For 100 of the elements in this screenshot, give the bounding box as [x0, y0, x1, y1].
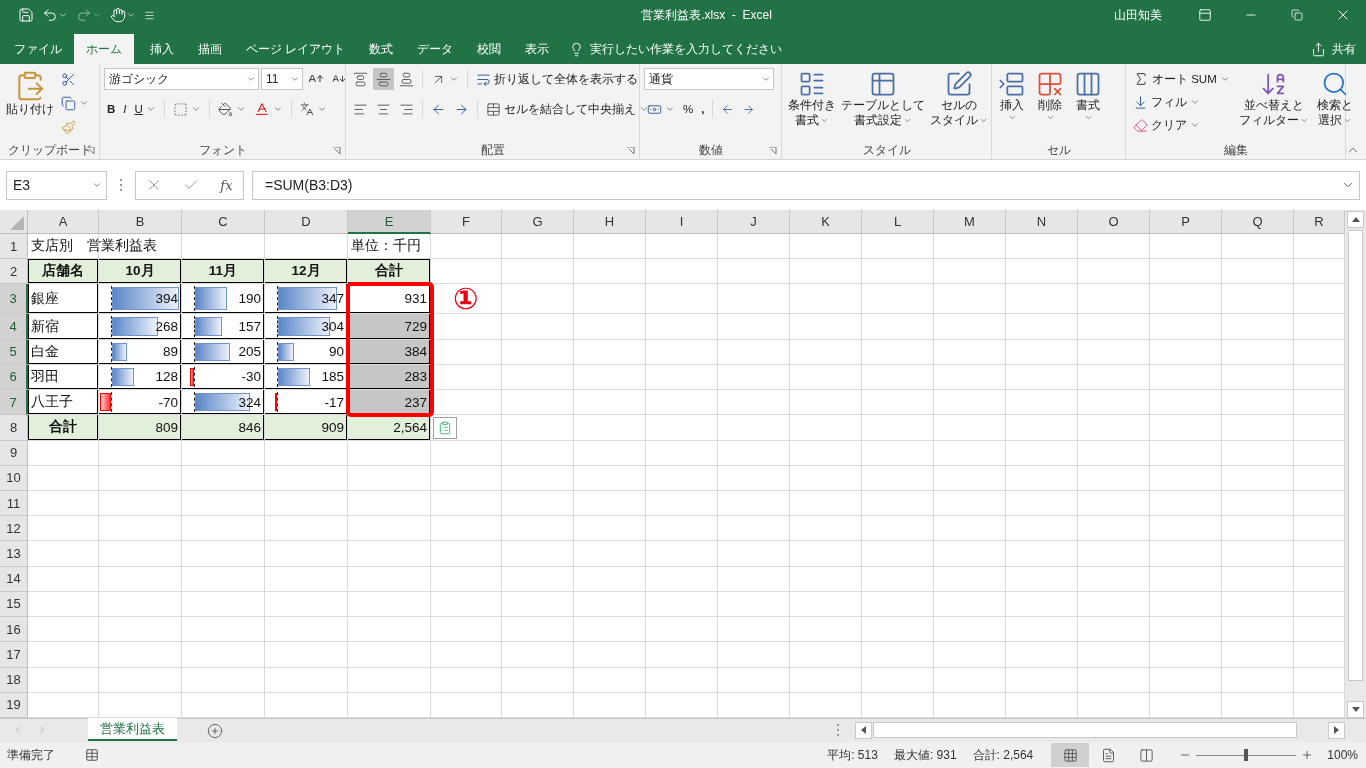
- scroll-down-button[interactable]: [1347, 701, 1364, 718]
- row-header[interactable]: 16: [0, 617, 28, 643]
- row-header[interactable]: 14: [0, 566, 28, 592]
- column-header[interactable]: E: [348, 210, 431, 234]
- autosum-button[interactable]: オート SUM: [1130, 68, 1233, 90]
- scroll-left-button[interactable]: [855, 721, 872, 739]
- percent-button[interactable]: %: [680, 98, 697, 120]
- row-header[interactable]: 6: [0, 364, 28, 391]
- column-header[interactable]: H: [574, 210, 646, 234]
- row-header[interactable]: 17: [0, 642, 28, 668]
- format-cells-icon: [1074, 70, 1102, 98]
- cell-text: 新宿: [31, 317, 59, 336]
- row-header[interactable]: 13: [0, 541, 28, 567]
- ribbon-tab[interactable]: 挿入: [138, 34, 186, 64]
- row-header[interactable]: 12: [0, 516, 28, 542]
- column-header[interactable]: D: [265, 210, 348, 234]
- share-button[interactable]: 共有: [1305, 34, 1366, 64]
- insert-function-button[interactable]: fx: [220, 177, 233, 193]
- wrap-text-button[interactable]: 折り返して全体を表示する: [473, 68, 641, 90]
- grid-cell: [1078, 692, 1150, 718]
- find-select-button[interactable]: 検索と 選択: [1314, 68, 1355, 141]
- grid-cell: [28, 566, 99, 592]
- ribbon-tab[interactable]: ホーム: [74, 34, 134, 64]
- new-sheet-button[interactable]: [207, 723, 223, 739]
- column-header[interactable]: N: [1006, 210, 1078, 234]
- scroll-up-button[interactable]: [1347, 211, 1364, 228]
- row-header[interactable]: 3: [0, 284, 28, 315]
- row-header[interactable]: 7: [0, 390, 28, 416]
- column-header[interactable]: P: [1150, 210, 1222, 234]
- row-header[interactable]: 10: [0, 465, 28, 491]
- row-header[interactable]: 19: [0, 692, 28, 718]
- quick-analysis-button[interactable]: [433, 416, 457, 439]
- grid-cell: [1294, 566, 1345, 592]
- name-box[interactable]: E3: [6, 170, 107, 200]
- column-header[interactable]: G: [502, 210, 574, 234]
- ribbon-tab[interactable]: ページ レイアウト: [234, 34, 358, 64]
- column-header[interactable]: A: [28, 210, 99, 234]
- column-header[interactable]: I: [646, 210, 718, 234]
- column-header[interactable]: M: [934, 210, 1006, 234]
- dialog-launcher-icon[interactable]: [333, 147, 343, 157]
- column-header[interactable]: K: [790, 210, 862, 234]
- formula-field[interactable]: =SUM(B3:D3): [252, 170, 1360, 200]
- row-header[interactable]: 4: [0, 314, 28, 340]
- ribbon-tab[interactable]: ファイル: [2, 34, 74, 64]
- fill-button[interactable]: フィル: [1130, 91, 1233, 113]
- dialog-launcher-icon[interactable]: [627, 147, 637, 157]
- font-size-select[interactable]: 11: [261, 68, 303, 90]
- sort-filter-button[interactable]: 並べ替えと フィルター: [1236, 68, 1311, 141]
- vertical-scrollbar[interactable]: [1345, 210, 1366, 718]
- row-header[interactable]: 11: [0, 491, 28, 517]
- column-header[interactable]: O: [1078, 210, 1150, 234]
- style-button[interactable]: セルの スタイル: [928, 68, 990, 141]
- dialog-launcher-icon[interactable]: [769, 147, 779, 157]
- row-header[interactable]: 18: [0, 667, 28, 693]
- column-header[interactable]: F: [431, 210, 502, 234]
- merge-center-button[interactable]: セルを結合して中央揃え: [483, 98, 652, 120]
- column-header[interactable]: Q: [1222, 210, 1294, 234]
- cells-button[interactable]: 削除: [1034, 68, 1066, 141]
- ribbon-tab[interactable]: 数式: [357, 34, 406, 64]
- ribbon-tab[interactable]: データ: [405, 34, 466, 64]
- style-button[interactable]: テーブルとして 書式設定: [839, 68, 927, 141]
- row-header[interactable]: 9: [0, 440, 28, 466]
- paste-button[interactable]: 貼り付け: [4, 68, 56, 141]
- column-header[interactable]: J: [718, 210, 790, 234]
- grid-cell: [502, 284, 574, 315]
- cells-button[interactable]: 書式: [1072, 68, 1104, 141]
- horizontal-scrollbar-thumb[interactable]: [873, 722, 1297, 738]
- number-format-select[interactable]: 通貨: [644, 68, 774, 90]
- scissors-icon: [61, 71, 76, 87]
- row-header[interactable]: 15: [0, 591, 28, 618]
- sheet-tab[interactable]: 営業利益表: [88, 718, 177, 741]
- clear-button[interactable]: クリア: [1130, 114, 1233, 136]
- style-button[interactable]: 条件付き 書式: [786, 68, 838, 141]
- row-header[interactable]: 8: [0, 415, 28, 441]
- view-button[interactable]: [1051, 743, 1090, 767]
- scroll-right-button[interactable]: [1328, 721, 1345, 739]
- comma-button[interactable]: ,: [698, 98, 708, 120]
- row-header[interactable]: 2: [0, 259, 28, 285]
- column-header[interactable]: L: [862, 210, 934, 234]
- column-header[interactable]: B: [99, 210, 182, 234]
- italic-button[interactable]: I: [120, 98, 130, 120]
- cells-button[interactable]: 挿入: [996, 68, 1028, 141]
- font-name-select[interactable]: 游ゴシック: [104, 68, 259, 90]
- vertical-scrollbar-thumb[interactable]: [1348, 230, 1363, 681]
- ribbon-tab[interactable]: 表示: [513, 34, 562, 64]
- grid-cell: [502, 259, 574, 285]
- grid-cell: [790, 234, 862, 260]
- ribbon-tab[interactable]: 描画: [186, 34, 234, 64]
- row-header[interactable]: 1: [0, 234, 28, 260]
- row-header[interactable]: 5: [0, 339, 28, 365]
- grid-cell: [1222, 234, 1294, 260]
- underline-button[interactable]: U: [131, 98, 159, 120]
- vertical-align-button[interactable]: [373, 68, 394, 90]
- ribbon-tab[interactable]: 校閲: [465, 34, 514, 64]
- tell-me-field[interactable]: 実行したい作業を入力してください: [588, 41, 829, 57]
- bold-button[interactable]: B: [104, 98, 119, 120]
- zoom-thumb[interactable]: [1244, 749, 1249, 761]
- column-header[interactable]: R: [1294, 210, 1345, 234]
- cell-text: 931: [404, 291, 427, 307]
- column-header[interactable]: C: [182, 210, 265, 234]
